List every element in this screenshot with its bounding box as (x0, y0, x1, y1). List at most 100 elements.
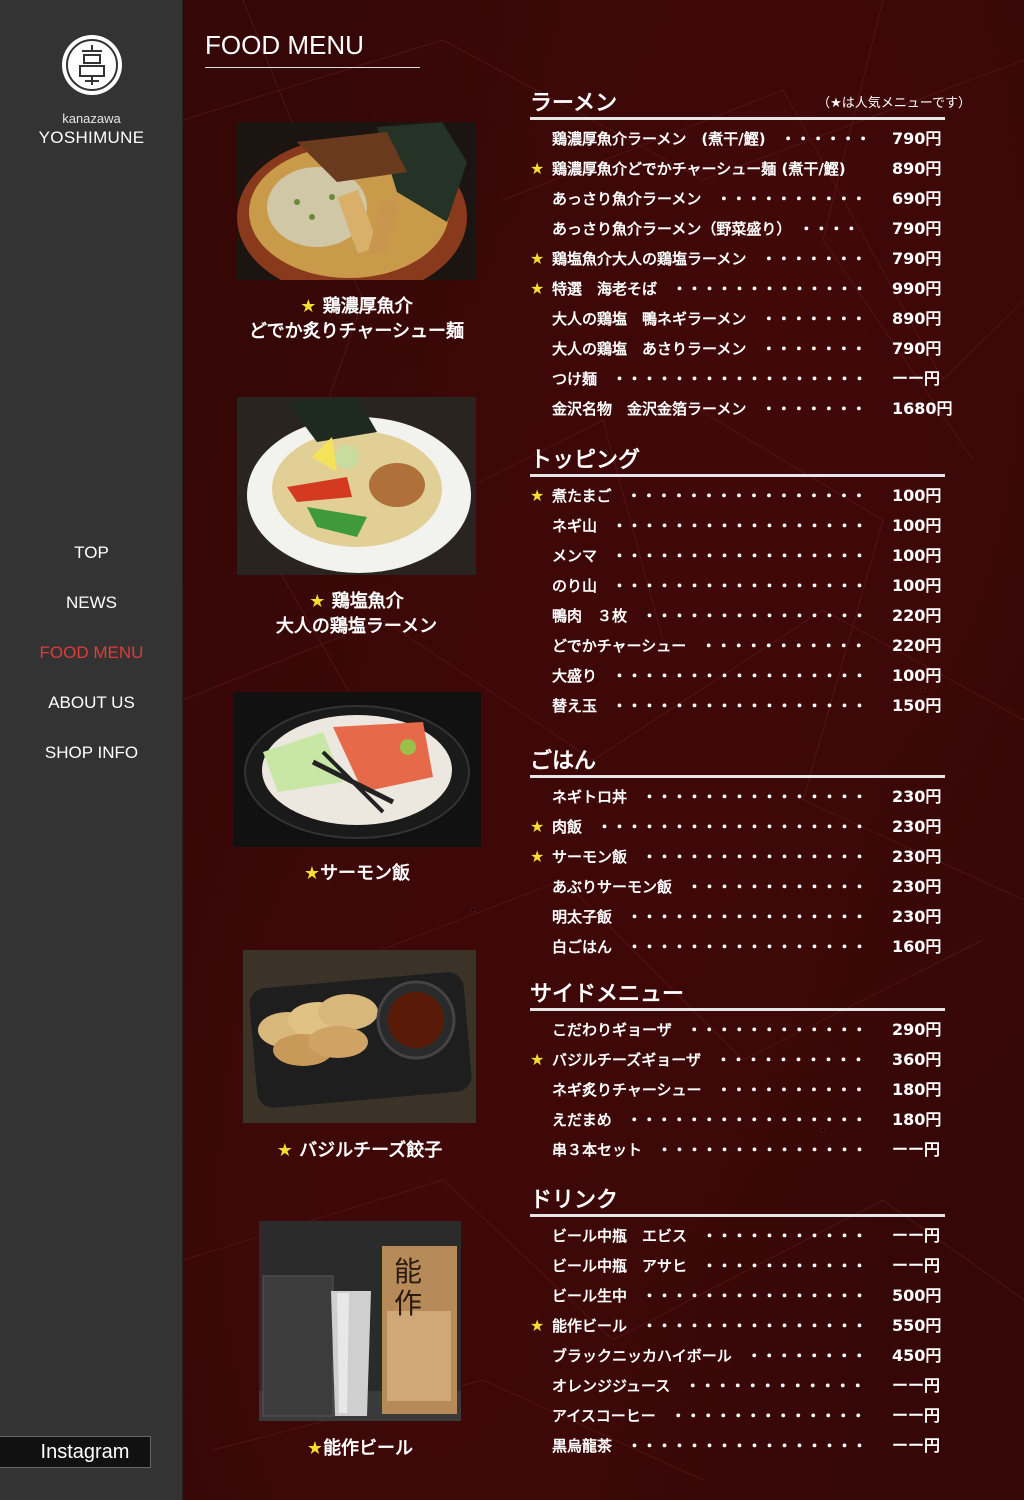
item-name: 大人の鶏塩 鴨ネギラーメン ・・・・・・・ (552, 310, 867, 328)
menu-item: ネギ炙りチャーシュー ・・・・・・・・・・ 180円 (530, 1075, 945, 1105)
menu-item: あっさり魚介ラーメン（野菜盛り） ・・・・ 790円 (530, 214, 945, 244)
menu-item: あぶりサーモン飯 ・・・・・・・・・・・・ 230円 (530, 872, 945, 902)
star-icon: ★ (530, 486, 545, 505)
photo-shio-ramen (237, 397, 476, 575)
item-price: 990円 (892, 279, 942, 298)
menu-item: アイスコーヒー ・・・・・・・・・・・・・ ーー円 (530, 1401, 945, 1431)
item-name: 特選 海老そば ・・・・・・・・・・・・・ (552, 280, 868, 298)
item-price: 230円 (892, 907, 942, 926)
item-name: 肉飯 ・・・・・・・・・・・・・・・・・・ (552, 818, 868, 836)
star-icon: ★ (530, 847, 545, 866)
star-icon: ★ (276, 1140, 293, 1161)
item-name: ブラックニッカハイボール ・・・・・・・・ (552, 1347, 867, 1365)
item-name: 替え玉 ・・・・・・・・・・・・・・・・・ (552, 697, 868, 715)
menu-item: 大盛り ・・・・・・・・・・・・・・・・・ 100円 (530, 661, 945, 691)
caption-line: どでか炙りチャーシュー麺 (248, 321, 465, 342)
item-price: ーー円 (892, 1256, 941, 1275)
menu-item: ネギトロ丼 ・・・・・・・・・・・・・・・ 230円 (530, 782, 945, 812)
menu-item: つけ麺 ・・・・・・・・・・・・・・・・・ ーー円 (530, 364, 945, 394)
item-name: のり山 ・・・・・・・・・・・・・・・・・ (552, 577, 868, 595)
photo-caption: ★能作ビール (259, 1436, 461, 1461)
menu-item: ビール生中 ・・・・・・・・・・・・・・・ 500円 (530, 1281, 945, 1311)
menu-item: 金沢名物 金沢金箔ラーメン ・・・・・・・ 1680円 (530, 394, 953, 424)
section-title: サイドメニュー (530, 979, 945, 1011)
caption-line: バジルチーズ餃子 (299, 1140, 443, 1161)
nav-item-food-menu[interactable]: FOOD MENU (0, 641, 183, 691)
caption-line: 鶏塩魚介 (331, 591, 404, 612)
item-price: ーー円 (892, 1406, 941, 1425)
item-price: 180円 (892, 1110, 942, 1129)
menu-item-list: ★ 煮たまご ・・・・・・・・・・・・・・・・ 100円 ネギ山 ・・・・・・・・・… (530, 481, 945, 721)
photo-caption: ★ 鶏濃厚魚介 どでか炙りチャーシュー麺 (237, 294, 476, 344)
nav-item-shop-info[interactable]: SHOP INFO (0, 741, 183, 791)
menu-item: ビール中瓶 エビス ・・・・・・・・・・・ ーー円 (530, 1221, 945, 1251)
item-price: 1680円 (892, 399, 953, 418)
menu-item: ブラックニッカハイボール ・・・・・・・・ 450円 (530, 1341, 945, 1371)
nav-item-about-us[interactable]: ABOUT US (0, 691, 183, 741)
menu-section-ramen: ラーメン （★は人気メニューです） 鶏濃厚魚介ラーメン (煮干/鰹) ・・・・・… (530, 88, 971, 424)
popular-note: （★は人気メニューです） (817, 96, 971, 111)
item-name: 金沢名物 金沢金箔ラーメン ・・・・・・・ (552, 400, 867, 418)
instagram-link[interactable]: Instagram (0, 1436, 151, 1468)
item-name: あぶりサーモン飯 ・・・・・・・・・・・・ (552, 878, 868, 896)
item-name: 能作ビール ・・・・・・・・・・・・・・・ (552, 1317, 868, 1335)
item-price: ーー円 (892, 1376, 941, 1395)
nav-item-top[interactable]: TOP (0, 541, 183, 591)
item-price: 220円 (892, 636, 942, 655)
item-name: 鶏塩魚介大人の鶏塩ラーメン ・・・・・・・ (552, 250, 867, 268)
item-price: 220円 (892, 606, 942, 625)
star-icon: ★ (530, 279, 545, 298)
item-price: 100円 (892, 576, 942, 595)
menu-item: ★ バジルチーズギョーザ ・・・・・・・・・・ 360円 (530, 1045, 945, 1075)
menu-section-drinks: ドリンク ビール中瓶 エビス ・・・・・・・・・・・ ーー円 ビール中瓶 アサヒ … (530, 1185, 945, 1461)
item-price: ーー円 (892, 1436, 941, 1455)
menu-item: 替え玉 ・・・・・・・・・・・・・・・・・ 150円 (530, 691, 945, 721)
item-price: 100円 (892, 516, 942, 535)
item-price: 160円 (892, 937, 942, 956)
item-price: 550円 (892, 1316, 942, 1335)
page-title: FOOD MENU (205, 30, 420, 68)
menu-item: あっさり魚介ラーメン ・・・・・・・・・・ 690円 (530, 184, 945, 214)
star-icon: ★ (306, 1438, 324, 1459)
item-price: 230円 (892, 817, 942, 836)
main-nav: TOP NEWS FOOD MENU ABOUT US SHOP INFO (0, 541, 183, 791)
menu-item: のり山 ・・・・・・・・・・・・・・・・・ 100円 (530, 571, 945, 601)
section-title: ドリンク (530, 1185, 945, 1217)
menu-item: メンマ ・・・・・・・・・・・・・・・・・ 100円 (530, 541, 945, 571)
item-name: つけ麺 ・・・・・・・・・・・・・・・・・ (552, 370, 868, 388)
menu-item: 鶏濃厚魚介ラーメン (煮干/鰹) ・・・・・・ 790円 (530, 124, 945, 154)
menu-item: 大人の鶏塩 鴨ネギラーメン ・・・・・・・ 890円 (530, 304, 945, 334)
item-price: 790円 (892, 249, 942, 268)
item-name: ビール生中 ・・・・・・・・・・・・・・・ (552, 1287, 868, 1305)
photo-gyoza (243, 950, 476, 1123)
menu-item: ★ 能作ビール ・・・・・・・・・・・・・・・ 550円 (530, 1311, 945, 1341)
section-title: トッピング (530, 445, 945, 477)
menu-section-toppings: トッピング ★ 煮たまご ・・・・・・・・・・・・・・・・ 100円 ネギ山 ・・・… (530, 445, 945, 721)
item-name: あっさり魚介ラーメン（野菜盛り） ・・・・ (552, 220, 859, 238)
item-price: 790円 (892, 219, 942, 238)
item-name: ビール中瓶 エビス ・・・・・・・・・・・ (552, 1227, 868, 1245)
menu-item: ★ 肉飯 ・・・・・・・・・・・・・・・・・・ 230円 (530, 812, 945, 842)
caption-line: 鶏濃厚魚介 (322, 296, 413, 317)
menu-item-list: こだわりギョーザ ・・・・・・・・・・・・ 290円 ★ バジルチーズギョーザ ・・… (530, 1015, 945, 1165)
item-price: 230円 (892, 847, 942, 866)
item-price: 230円 (892, 877, 942, 896)
yoshimune-crest-icon[interactable] (62, 35, 122, 95)
item-name: 鶏濃厚魚介ラーメン (煮干/鰹) ・・・・・・ (552, 130, 871, 148)
item-price: 450円 (892, 1346, 942, 1365)
section-title: ラーメン （★は人気メニューです） (530, 88, 971, 120)
nav-item-news[interactable]: NEWS (0, 591, 183, 641)
item-name: メンマ ・・・・・・・・・・・・・・・・・ (552, 547, 868, 565)
star-icon: ★ (309, 591, 326, 612)
item-price: ーー円 (892, 369, 941, 388)
item-name: ビール中瓶 アサヒ ・・・・・・・・・・・ (552, 1257, 868, 1275)
caption-line: 能作ビール (323, 1438, 414, 1459)
menu-item: 白ごはん ・・・・・・・・・・・・・・・・ 160円 (530, 932, 945, 962)
photo-salmon-rice (233, 692, 481, 847)
menu-item: こだわりギョーザ ・・・・・・・・・・・・ 290円 (530, 1015, 945, 1045)
item-name: ネギトロ丼 ・・・・・・・・・・・・・・・ (552, 788, 868, 806)
item-name: アイスコーヒー ・・・・・・・・・・・・・ (552, 1407, 866, 1425)
item-price: 150円 (892, 696, 942, 715)
brand-name[interactable]: YOSHIMUNE (0, 128, 183, 148)
item-price: 890円 (892, 309, 942, 328)
